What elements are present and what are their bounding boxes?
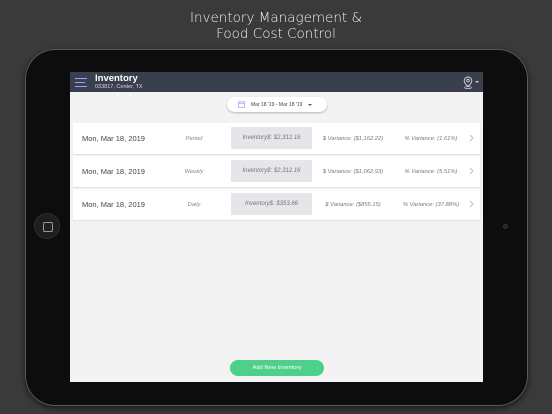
row-dollar-variance: $ Variance: ($1,062.93) bbox=[322, 168, 384, 175]
chevron-right-icon[interactable] bbox=[469, 167, 474, 175]
row-dollar-variance: $ Variance: ($855.15) bbox=[325, 201, 381, 208]
row-period: Weekly bbox=[184, 168, 204, 175]
date-range-selector[interactable]: Mar 18 '19 - Mar 18 '19 bbox=[227, 97, 327, 112]
chevron-right-icon[interactable] bbox=[469, 200, 474, 208]
inventory-row[interactable]: Mon, Mar 18, 2019 Weekly Inventory$: $2,… bbox=[73, 156, 480, 187]
store-location-subtitle: 033817, Center, TX bbox=[95, 84, 143, 90]
chevron-down-icon bbox=[308, 103, 313, 106]
row-percent-variance: % Variance: (1.61%) bbox=[404, 135, 458, 142]
date-range-label: Mar 18 '19 - Mar 18 '19 bbox=[251, 101, 303, 108]
location-pin-icon[interactable] bbox=[463, 76, 473, 89]
calendar-icon bbox=[238, 101, 245, 108]
add-new-inventory-button[interactable]: Add New Inventory bbox=[230, 360, 324, 376]
inventory-row[interactable]: Mon, Mar 18, 2019 Period Inventory$: $2,… bbox=[73, 123, 480, 154]
row-period: Period bbox=[185, 135, 203, 142]
app-header-bar: Inventory 033817, Center, TX bbox=[70, 72, 483, 92]
inventory-list: Mon, Mar 18, 2019 Period Inventory$: $2,… bbox=[73, 123, 480, 222]
tablet-device-frame: Inventory 033817, Center, TX Mar 18 '19 … bbox=[25, 49, 528, 406]
row-percent-variance: % Variance: (5.51%) bbox=[404, 168, 458, 175]
headline-line-1: Inventory Management & bbox=[189, 10, 363, 26]
row-date: Mon, Mar 18, 2019 bbox=[82, 200, 145, 209]
app-screen: Inventory 033817, Center, TX Mar 18 '19 … bbox=[70, 72, 483, 382]
row-inventory-value: Inventory$: $2,312.16 bbox=[231, 127, 312, 149]
headline-line-2: Food Cost Control bbox=[216, 26, 336, 42]
inventory-row[interactable]: Mon, Mar 18, 2019 Daily Inventory$: $353… bbox=[73, 189, 480, 220]
row-period: Daily bbox=[187, 201, 201, 208]
location-dropdown-caret-icon[interactable] bbox=[475, 81, 479, 83]
chevron-right-icon[interactable] bbox=[469, 134, 474, 142]
camera-dot bbox=[503, 224, 508, 229]
row-dollar-variance: $ Variance: ($1,162.22) bbox=[322, 135, 384, 142]
menu-icon[interactable] bbox=[75, 78, 87, 87]
home-button bbox=[34, 213, 60, 239]
page-title: Inventory bbox=[95, 73, 138, 84]
row-date: Mon, Mar 18, 2019 bbox=[82, 167, 145, 176]
marketing-headline: Inventory Management & Food Cost Control bbox=[0, 10, 552, 42]
row-inventory-value: Inventory$: $353.66 bbox=[231, 193, 312, 215]
row-date: Mon, Mar 18, 2019 bbox=[82, 134, 145, 143]
row-percent-variance: % Variance: (37.88%) bbox=[402, 201, 460, 208]
row-inventory-value: Inventory$: $2,312.16 bbox=[231, 160, 312, 182]
